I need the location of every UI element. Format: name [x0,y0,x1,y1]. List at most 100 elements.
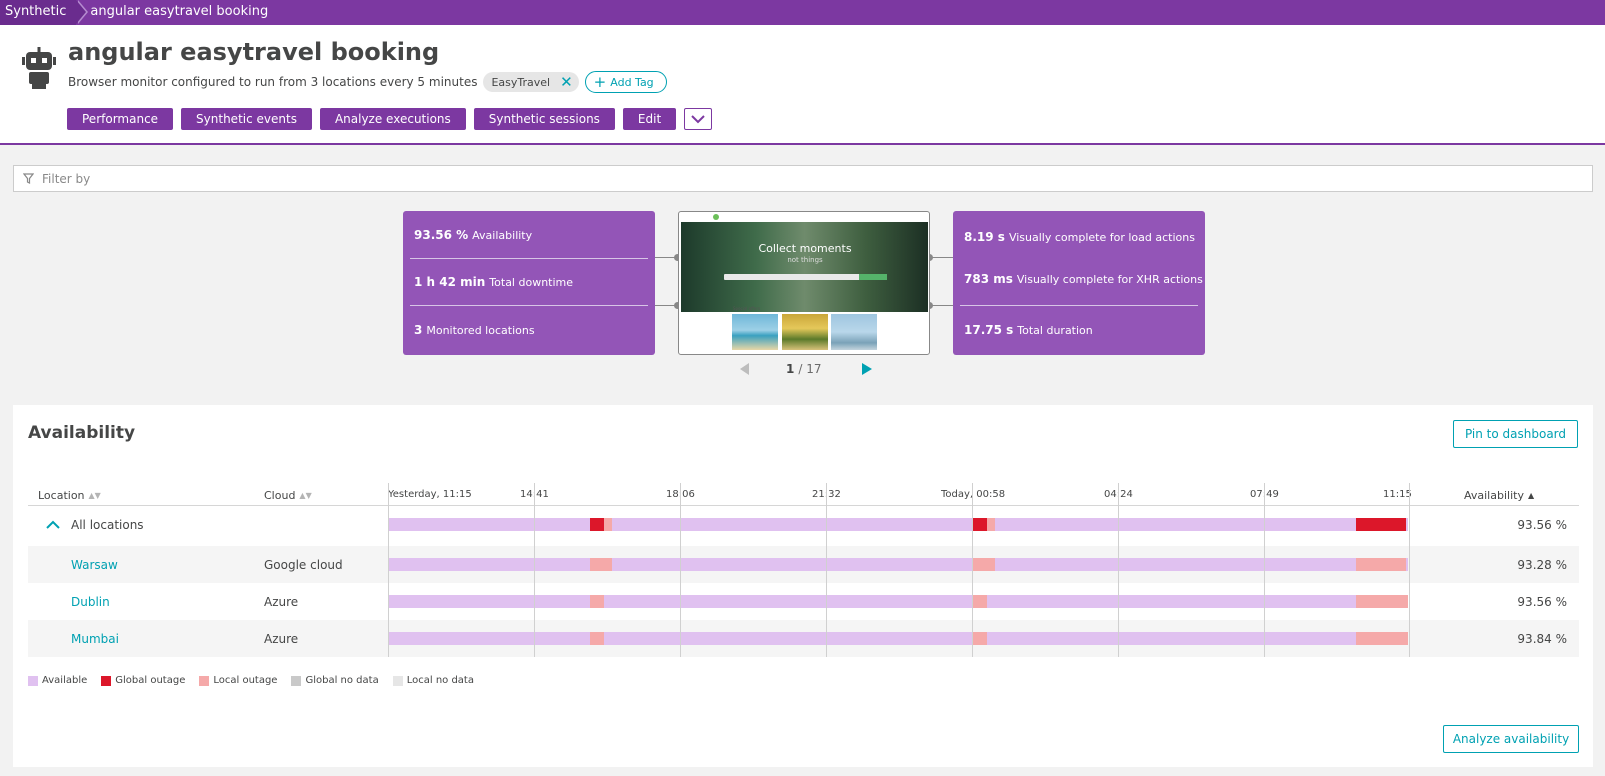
add-tag-button[interactable]: + Add Tag [584,71,667,93]
legend-label: Available [42,675,88,686]
segment-local-outage [604,518,612,531]
table-row-dublin: Dublin Azure 93.56 % [28,583,1579,620]
availability-bar[interactable] [388,632,1410,645]
legend-global-outage: Global outage [101,675,185,686]
location-link[interactable]: Mumbai [71,632,119,646]
synthetic-sessions-button[interactable]: Synthetic sessions [473,108,615,130]
segment-available [388,595,1408,608]
action-buttons: Performance Synthetic events Analyze exe… [67,108,713,130]
table-row-all-locations: All locations 93.56 % [28,506,1579,543]
segment-local-outage [590,558,612,571]
chevron-up-icon[interactable] [46,520,60,529]
column-location-label: Location [38,489,85,502]
legend-swatch [28,675,38,686]
locations-label: Monitored locations [426,324,535,337]
segment-local-outage [590,632,604,645]
page-title: angular easytravel booking [68,38,440,66]
column-cloud-label: Cloud [264,489,296,502]
timeline-gridline [388,483,389,657]
column-availability-label: Availability [1464,489,1524,502]
availability-title: Availability [28,423,136,443]
column-cloud[interactable]: Cloud ▲▼ [264,489,312,502]
edit-button[interactable]: Edit [622,108,677,130]
availability-bar[interactable] [388,595,1410,608]
availability-table-header: Location ▲▼ Cloud ▲▼ Yesterday, 11:15 14… [28,481,1579,506]
preview-tagline: not things [787,256,823,264]
add-tag-label: Add Tag [610,75,654,89]
preview-headline: Collect moments [758,242,852,255]
total-duration-label: Total duration [1017,324,1093,337]
preview-search-button [859,274,887,280]
timeline-gridline [1118,483,1119,657]
downtime-value: 1 h 42 min [414,275,486,289]
column-availability[interactable]: Availability ▲ [1464,489,1534,502]
pager-current: 1 [786,362,795,376]
xhr-actions-label: Visually complete for XHR actions [1016,273,1203,286]
more-actions-button[interactable] [684,108,713,130]
availability-legend: Available Global outage Local outage Glo… [28,675,474,686]
availability-value: 93.56 % [1517,595,1567,609]
plus-icon: + [593,72,607,91]
location-link[interactable]: Dublin [71,595,110,609]
timeline-gridline [1409,483,1410,657]
page-header: angular easytravel booking Browser monit… [0,25,1605,145]
availability-panel: Availability Pin to dashboard Location ▲… [13,405,1593,767]
segment-local-outage [973,595,987,608]
preview-thumbnail-beach [732,314,778,350]
previous-arrow-icon[interactable] [740,363,750,375]
time-label: 11:15 [1383,489,1412,500]
legend-local-outage: Local outage [199,675,277,686]
segment-local-outage [1356,632,1408,645]
breadcrumb-item-synthetic[interactable]: Synthetic [0,0,89,25]
availability-summary-card[interactable]: 93.56 % Availability 1 h 42 min Total down… [403,211,655,355]
total-duration-value: 17.75 s [964,323,1014,337]
legend-label: Global outage [115,675,186,686]
screenshot-pager: 1 / 17 [740,362,872,376]
filter-icon [23,173,34,184]
performance-summary-card[interactable]: 8.19 s Visually complete for load actions… [953,211,1205,355]
time-label: Yesterday, 11:15 [388,489,472,500]
summary-xhr-actions: 783 ms Visually complete for XHR actions [964,272,1203,286]
connector-line [930,305,953,306]
table-row-warsaw: Warsaw Google cloud 93.28 % [28,546,1579,583]
synthetic-events-button[interactable]: Synthetic events [181,108,312,130]
timeline-gridline [1264,483,1265,657]
summary-locations: 3 Monitored locations [414,323,535,337]
column-location[interactable]: Location ▲▼ [38,489,101,502]
summary-load-actions: 8.19 s Visually complete for load actions [964,230,1195,244]
availability-value: 93.56 % [1517,518,1567,532]
monitor-description: Browser monitor configured to run from 3… [68,75,478,89]
next-arrow-icon[interactable] [861,363,872,375]
segment-local-outage [973,632,987,645]
analyze-availability-button[interactable]: Analyze availability [1443,725,1579,753]
pin-to-dashboard-button[interactable]: Pin to dashboard [1453,420,1578,448]
remove-tag-icon[interactable]: ✕ [560,74,573,90]
downtime-label: Total downtime [489,276,574,289]
legend-label: Local no data [406,675,474,686]
divider [960,305,1198,306]
location-link[interactable]: Warsaw [71,558,118,572]
filter-bar[interactable]: Filter by [13,165,1593,192]
segment-global-outage [973,518,987,531]
availability-bar[interactable] [388,518,1410,531]
performance-button[interactable]: Performance [67,108,174,130]
connector-line [930,257,953,258]
breadcrumb: Synthetic angular easytravel booking [0,0,1605,25]
xhr-actions-value: 783 ms [964,272,1013,286]
tag-label: EasyTravel [491,75,551,89]
availability-value: 93.28 % [1517,558,1567,572]
pager-total: / 17 [798,362,822,376]
locations-value: 3 [414,323,423,337]
summary-downtime: 1 h 42 min Total downtime [414,275,573,289]
legend-label: Local outage [213,675,278,686]
legend-local-no-data: Local no data [392,675,474,686]
timeline-gridline [534,483,535,657]
analyze-executions-button[interactable]: Analyze executions [319,108,466,130]
availability-bar[interactable] [388,558,1410,571]
sort-icon: ▲▼ [299,491,312,500]
legend-swatch [291,675,302,686]
sort-ascending-icon: ▲ [1527,491,1535,500]
tag-chip: EasyTravel ✕ [483,72,579,92]
page-screenshot-preview[interactable]: Collect moments not things Special offer… [678,211,930,355]
load-actions-label: Visually complete for load actions [1008,231,1195,244]
